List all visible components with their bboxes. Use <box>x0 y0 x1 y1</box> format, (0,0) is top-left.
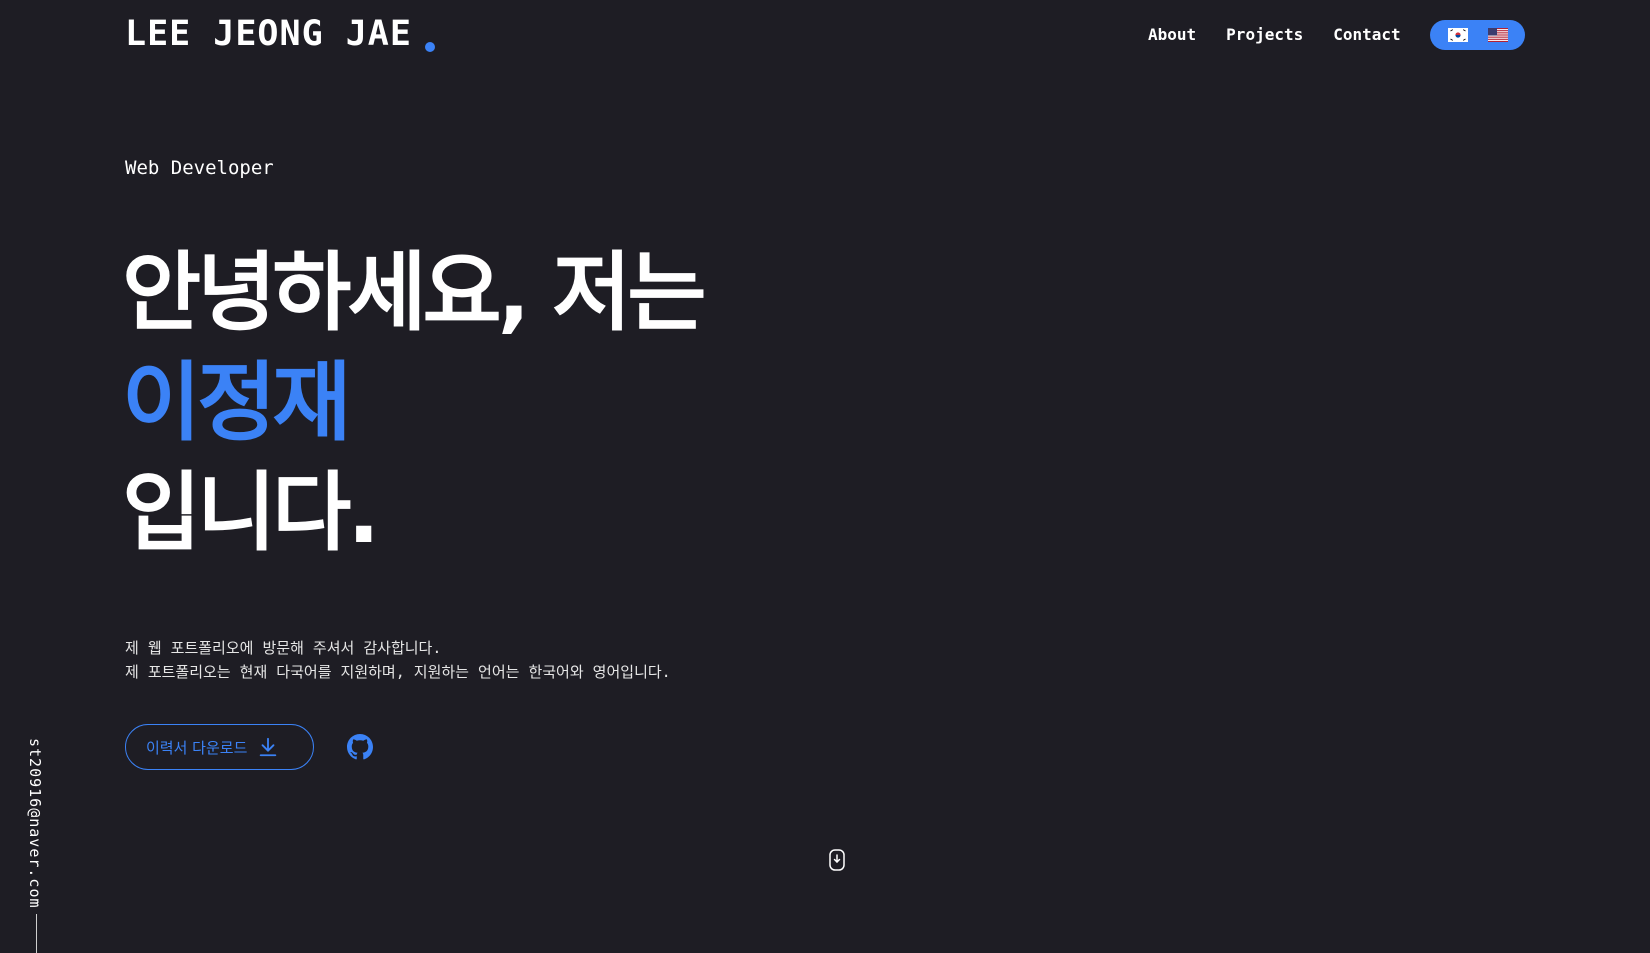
logo-dot <box>425 42 435 52</box>
resume-download-button[interactable]: 이력서 다운로드 <box>125 724 314 770</box>
download-icon <box>260 737 277 757</box>
header: LEE JEONG JAE About Projects Contact <box>0 0 1650 72</box>
site-logo[interactable]: LEE JEONG JAE <box>125 14 412 54</box>
headline-greeting: 안녕하세요, 저는 <box>122 243 706 343</box>
page: LEE JEONG JAE About Projects Contact Web… <box>0 0 1650 953</box>
nav-about[interactable]: About <box>1148 23 1196 47</box>
mouse-scroll-icon[interactable] <box>828 849 846 871</box>
headline-ending: 입니다. <box>122 463 380 563</box>
main-nav: About Projects Contact <box>1148 23 1431 47</box>
github-icon <box>347 734 373 760</box>
resume-download-label: 이력서 다운로드 <box>146 738 248 757</box>
nav-contact[interactable]: Contact <box>1333 23 1400 47</box>
language-toggle[interactable] <box>1430 20 1525 50</box>
description-line-2: 제 포트폴리오는 현재 다국어를 지원하며, 지원하는 언어는 한국어와 영어입… <box>125 663 671 681</box>
hero-description: 제 웹 포트폴리오에 방문해 주셔서 감사합니다. 제 포트폴리오는 현재 다국… <box>125 636 671 684</box>
description-line-1: 제 웹 포트폴리오에 방문해 주셔서 감사합니다. <box>125 639 442 657</box>
hero-subtitle: Web Developer <box>125 157 274 179</box>
side-email-link[interactable]: st20916@naver.com <box>26 738 44 909</box>
nav-projects[interactable]: Projects <box>1226 23 1303 47</box>
hero-headline: 안녕하세요, 저는 이정재 입니다. <box>122 238 706 568</box>
hero-actions: 이력서 다운로드 <box>125 724 374 770</box>
headline-name: 이정재 <box>122 353 351 453</box>
korea-flag-icon[interactable] <box>1447 28 1468 42</box>
github-link[interactable] <box>346 733 374 761</box>
us-flag-icon[interactable] <box>1487 28 1508 42</box>
side-divider-line <box>36 914 37 953</box>
